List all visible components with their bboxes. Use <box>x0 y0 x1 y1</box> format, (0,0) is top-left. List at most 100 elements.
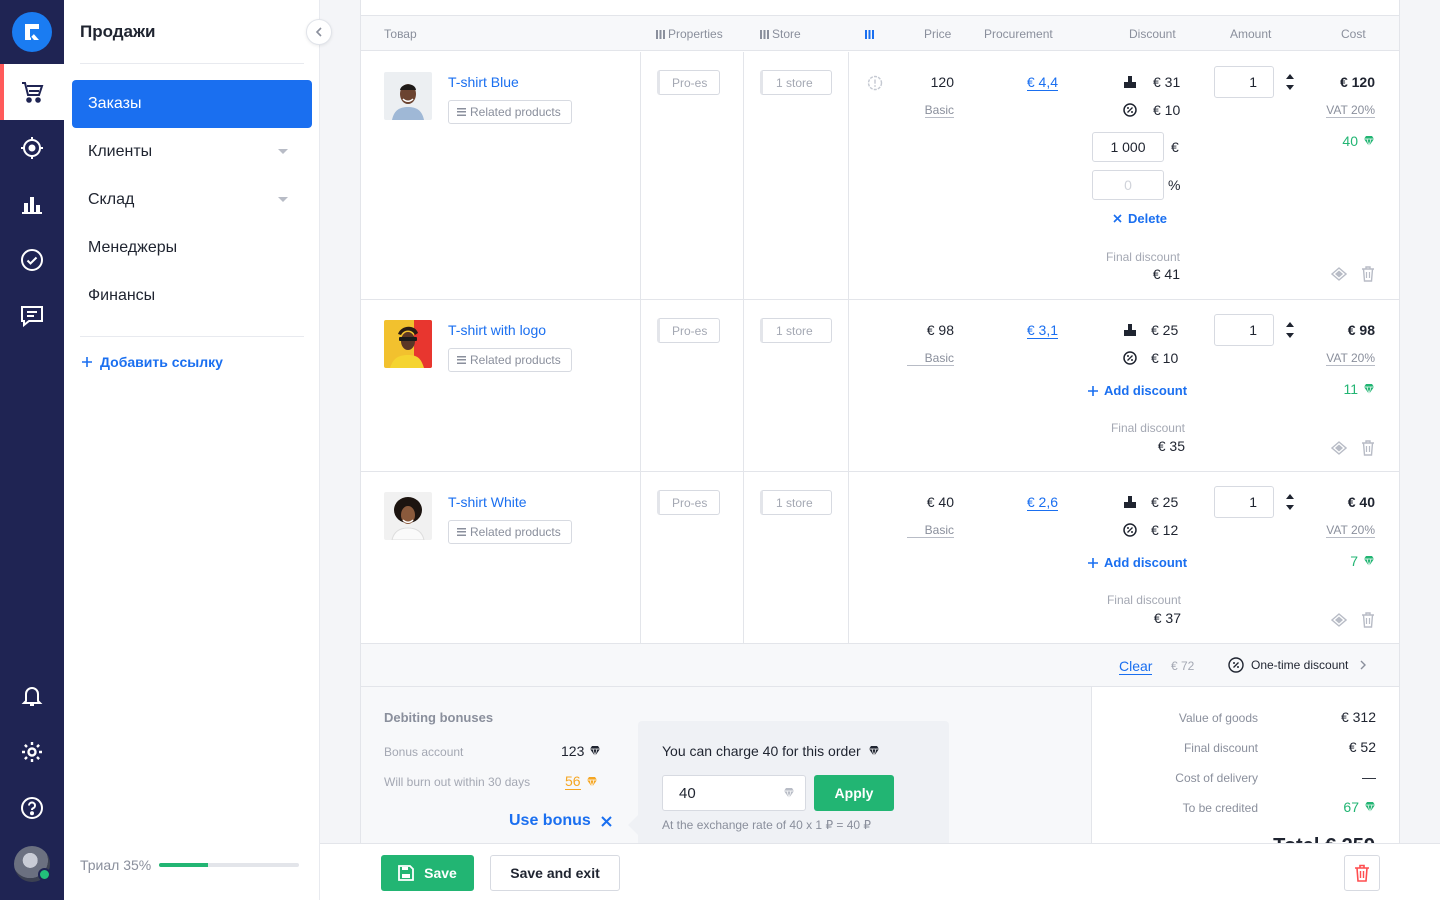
quantity-stepper-icon[interactable] <box>1285 492 1295 512</box>
related-products-button[interactable]: Related products <box>448 520 572 544</box>
summary-value: € 312 <box>1340 709 1376 725</box>
podium-icon <box>1124 76 1136 88</box>
summary-label: Final discount <box>1183 741 1258 755</box>
related-products-button[interactable]: Related products <box>448 100 572 124</box>
price-value: € 98 <box>926 322 954 338</box>
store-value: 1 store <box>776 495 813 510</box>
vat-select[interactable]: VAT 20% <box>1326 523 1375 538</box>
add-link-button[interactable]: Добавить ссылку <box>82 354 223 370</box>
trash-icon[interactable] <box>1361 440 1375 456</box>
delete-discount-button[interactable]: Delete <box>1113 211 1167 226</box>
quantity-stepper-icon[interactable] <box>1285 320 1295 340</box>
product-name-link[interactable]: T-shirt White <box>448 494 527 510</box>
hide-icon[interactable] <box>1331 612 1347 628</box>
clear-discounts-link[interactable]: Clear <box>1119 658 1153 675</box>
apply-bonus-label: Apply <box>834 785 874 801</box>
store-field[interactable]: 1 store <box>760 318 832 343</box>
caret-down-icon <box>278 149 288 154</box>
product-name-link[interactable]: T-shirt Blue <box>448 74 519 90</box>
save-button[interactable]: Save <box>381 855 474 891</box>
add-discount-button[interactable]: Add discount <box>1088 383 1187 398</box>
warning-gear-icon[interactable] <box>867 75 883 91</box>
product-name-link[interactable]: T-shirt with logo <box>448 322 546 338</box>
price-type-select[interactable]: Basic <box>906 351 954 366</box>
vat-select[interactable]: VAT 20% <box>1326 103 1375 118</box>
row-actions <box>1331 440 1375 456</box>
store-value: 1 store <box>776 75 813 90</box>
properties-field[interactable]: Pro-es <box>657 70 720 95</box>
avatar[interactable] <box>14 846 51 882</box>
bonus-amount-input[interactable]: 40 <box>662 775 806 811</box>
sidebar-item-finance[interactable]: Финансы <box>72 272 312 320</box>
store-field[interactable]: 1 store <box>760 70 832 95</box>
header-properties[interactable]: Properties <box>656 27 723 41</box>
sidebar-item-clients[interactable]: Клиенты <box>72 128 312 176</box>
quantity-stepper-icon[interactable] <box>1285 72 1295 92</box>
price-type-select[interactable]: Basic <box>924 103 954 118</box>
trash-icon[interactable] <box>1361 266 1375 282</box>
plus-icon <box>1088 557 1098 568</box>
properties-field[interactable]: Pro-es <box>657 490 720 515</box>
check-circle-icon[interactable] <box>0 232 64 288</box>
one-time-discount-button[interactable]: One-time discount <box>1228 657 1367 673</box>
bonus-charge-popup: You can charge 40 for this order 40 Appl… <box>628 721 949 861</box>
header-store-label: Store <box>772 27 801 41</box>
product-image[interactable] <box>384 492 432 540</box>
chat-icon[interactable] <box>0 288 64 344</box>
procurement-link[interactable]: € 4,4 <box>1026 74 1058 91</box>
discount-amount-input[interactable]: 1 000 <box>1092 132 1164 162</box>
columns-toggle[interactable] <box>865 27 877 41</box>
trash-icon <box>1355 864 1369 882</box>
help-icon[interactable] <box>0 780 64 836</box>
cart-icon[interactable] <box>0 64 64 120</box>
hide-icon[interactable] <box>1331 266 1347 282</box>
save-and-exit-button[interactable]: Save and exit <box>490 855 620 891</box>
procurement-link[interactable]: € 3,1 <box>1026 322 1058 339</box>
diamond-icon <box>590 746 601 757</box>
floppy-icon <box>398 865 415 881</box>
column-divider <box>848 300 849 471</box>
gear-icon[interactable] <box>0 724 64 780</box>
target-icon[interactable] <box>0 120 64 176</box>
use-bonus-toggle[interactable]: Use bonus <box>509 812 612 830</box>
quantity-input[interactable]: 1 <box>1214 314 1274 346</box>
caret-down-icon <box>278 197 288 202</box>
discount-percent-input[interactable]: 0 <box>1092 170 1164 200</box>
header-price: Price <box>924 27 952 41</box>
collapse-sidebar-button[interactable] <box>306 19 332 45</box>
sidebar-item-managers[interactable]: Менеджеры <box>72 224 312 272</box>
procurement-link[interactable]: € 2,6 <box>1026 494 1058 511</box>
related-products-label: Related products <box>470 525 561 539</box>
sidebar-item-orders[interactable]: Заказы <box>72 80 312 128</box>
bonus-accrual: 7 <box>1350 553 1375 569</box>
vat-select[interactable]: VAT 20% <box>1326 351 1375 366</box>
chart-icon[interactable] <box>0 176 64 232</box>
hide-icon[interactable] <box>1331 440 1347 456</box>
discount-percent-placeholder: 0 <box>1124 177 1132 193</box>
quantity-input[interactable]: 1 <box>1214 486 1274 518</box>
list-icon <box>457 356 466 364</box>
header-store[interactable]: Store <box>760 27 801 41</box>
sidebar: Продажи Заказы Клиенты Склад Менеджеры Ф… <box>64 0 332 900</box>
column-divider <box>640 52 641 299</box>
trial-status: Триал 35% <box>80 857 300 873</box>
trash-icon[interactable] <box>1361 612 1375 628</box>
sidebar-item-warehouse[interactable]: Склад <box>72 176 312 224</box>
discount-promo-value: € 10 <box>1151 350 1179 366</box>
quantity-input[interactable]: 1 <box>1214 66 1274 98</box>
discount-level-value: € 25 <box>1151 494 1179 510</box>
add-discount-button[interactable]: Add discount <box>1088 555 1187 570</box>
clear-discounts-value: € 72 <box>1171 659 1195 673</box>
price-type-select[interactable]: Basic <box>906 523 954 538</box>
apply-bonus-button[interactable]: Apply <box>814 775 894 811</box>
related-products-button[interactable]: Related products <box>448 348 572 372</box>
properties-field[interactable]: Pro-es <box>657 318 720 343</box>
header-product: Товар <box>384 27 417 41</box>
delete-order-button[interactable] <box>1344 855 1380 891</box>
product-image[interactable] <box>384 320 432 368</box>
bell-icon[interactable] <box>0 668 64 724</box>
store-field[interactable]: 1 store <box>760 490 832 515</box>
sidebar-item-label: Финансы <box>88 287 156 304</box>
logo-icon[interactable] <box>12 12 52 52</box>
product-image[interactable] <box>384 72 432 120</box>
